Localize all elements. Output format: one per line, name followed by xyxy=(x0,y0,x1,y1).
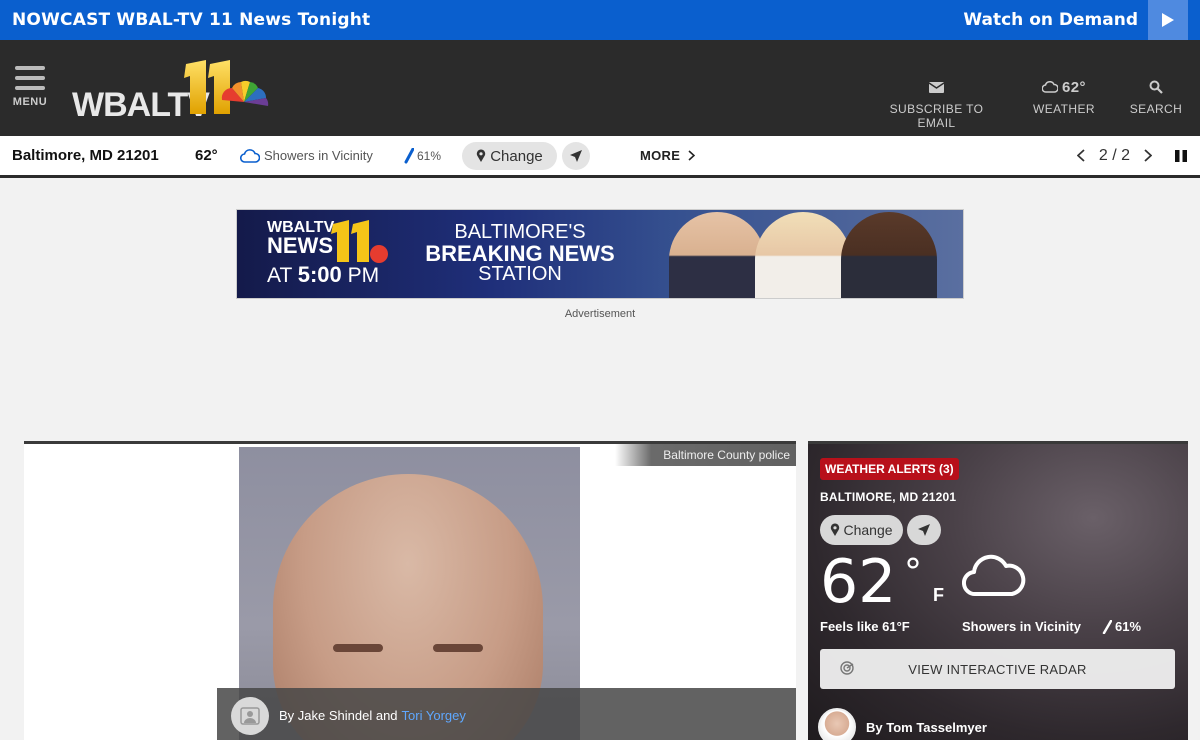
ad-line2: BREAKING NEWS xyxy=(425,241,615,266)
cloud-icon xyxy=(240,148,260,163)
chevron-right-icon[interactable] xyxy=(1144,149,1152,162)
subscribe-email-button[interactable]: SUBSCRIBE TO EMAIL xyxy=(870,76,1003,130)
strip-pager: 2 / 2 xyxy=(1076,146,1188,165)
wbal-logo-icon: WBALTV xyxy=(72,60,269,124)
anchor-photo xyxy=(669,212,765,298)
widget-change-location-button[interactable]: Change xyxy=(820,515,903,545)
search-button[interactable]: SEARCH xyxy=(1128,76,1184,116)
widget-temperature: 62 xyxy=(820,547,897,617)
radar-label: VIEW INTERACTIVE RADAR xyxy=(908,661,1087,677)
envelope-icon xyxy=(870,76,1003,98)
byline-text: By Jake Shindel and xyxy=(279,708,398,723)
site-header: MENU WBALTV SUBSCRIBE TO EMAIL 62° WEATH… xyxy=(0,40,1200,136)
weather-widget: WEATHER ALERTS (3) BALTIMORE, MD 21201 C… xyxy=(808,441,1188,740)
strip-humidity-text: 61% xyxy=(417,148,442,163)
ad-headline: BALTIMORE'S BREAKING NEWS STATION xyxy=(425,222,615,285)
more-button[interactable]: MORE xyxy=(640,148,696,163)
weather-alerts-badge[interactable]: WEATHER ALERTS (3) xyxy=(820,458,959,480)
advertisement-banner[interactable]: WBALTV NEWS AT 5:00 PM BALTIMORE'S BREAK… xyxy=(236,209,964,299)
play-icon[interactable] xyxy=(1148,0,1188,40)
cloud-icon xyxy=(1042,81,1059,93)
menu-label: MENU xyxy=(12,96,48,108)
view-radar-button[interactable]: VIEW INTERACTIVE RADAR xyxy=(820,649,1175,689)
strip-temperature: 62° xyxy=(195,147,218,164)
lead-article[interactable]: Baltimore County police By Jake Shindel … xyxy=(24,441,796,740)
navigation-arrow-icon xyxy=(570,150,582,162)
more-label: MORE xyxy=(640,148,681,163)
ad-at: AT xyxy=(267,264,292,287)
forecaster-byline: By Tom Tasselmyer xyxy=(808,707,1188,740)
live-banner[interactable]: NOWCAST WBAL-TV 11 News Tonight Watch on… xyxy=(0,0,1200,40)
location-pin-icon xyxy=(831,523,840,536)
header-weather-temp: 62° xyxy=(1062,78,1086,96)
cloud-icon xyxy=(962,554,1026,597)
search-label: SEARCH xyxy=(1129,102,1183,116)
widget-feels-like: Feels like 61°F xyxy=(820,619,910,634)
pager-count: 2 / 2 xyxy=(1098,146,1130,164)
advertisement-label: Advertisement xyxy=(564,308,636,320)
change-location-button[interactable]: Change xyxy=(462,142,557,170)
change-label: Change xyxy=(490,147,543,165)
navigation-arrow-icon xyxy=(918,524,930,536)
site-logo[interactable]: WBALTV xyxy=(72,58,272,124)
weather-label: WEATHER xyxy=(1033,102,1095,116)
radar-icon xyxy=(840,661,854,675)
location-pin-icon xyxy=(477,149,486,162)
widget-city: BALTIMORE, MD 21201 xyxy=(820,490,957,504)
anchor-photo xyxy=(841,212,937,298)
live-banner-title[interactable]: NOWCAST WBAL-TV 11 News Tonight xyxy=(0,10,370,30)
strip-humidity: 61% xyxy=(404,147,442,164)
watch-on-demand-link[interactable]: Watch on Demand xyxy=(963,0,1138,40)
forecaster-avatar xyxy=(818,708,856,740)
strip-condition-text: Showers in Vicinity xyxy=(264,148,373,163)
pause-icon[interactable] xyxy=(1174,149,1188,163)
ad-eleven-logo-icon xyxy=(331,220,388,263)
widget-humidity: 61% xyxy=(1102,619,1141,634)
anchor-photo xyxy=(755,212,851,298)
widget-change-label: Change xyxy=(843,522,893,538)
widget-temperature-unit: F xyxy=(933,585,944,605)
widget-locate-me-button[interactable] xyxy=(907,515,941,545)
author-avatar-icon xyxy=(231,696,269,735)
weather-button[interactable]: 62° WEATHER xyxy=(1032,76,1096,117)
svg-text:WBALTV: WBALTV xyxy=(72,86,210,122)
chevron-right-icon xyxy=(688,150,696,161)
ad-line1: BALTIMORE'S xyxy=(454,221,586,243)
menu-button[interactable]: MENU xyxy=(12,66,48,108)
locate-me-button[interactable] xyxy=(562,142,590,170)
strip-location: Baltimore, MD 21201 xyxy=(12,147,159,164)
subscribe-label: SUBSCRIBE TO EMAIL xyxy=(889,102,984,130)
hamburger-icon xyxy=(12,66,48,90)
widget-degree-symbol: ° xyxy=(904,552,922,593)
widget-humidity-text: 61% xyxy=(1115,619,1142,634)
forecaster-name: By Tom Tasselmyer xyxy=(866,719,987,735)
widget-condition: Showers in Vicinity xyxy=(962,619,1081,634)
raindrop-icon xyxy=(404,147,414,163)
strip-condition: Showers in Vicinity xyxy=(240,148,373,163)
raindrop-icon xyxy=(1102,619,1112,634)
byline-author-link[interactable]: Tori Yorgey xyxy=(402,708,466,723)
article-byline: By Jake Shindel and Tori Yorgey xyxy=(217,688,796,740)
photo-credit: Baltimore County police xyxy=(615,444,796,466)
weather-strip: Baltimore, MD 21201 62° Showers in Vicin… xyxy=(0,136,1200,178)
search-icon xyxy=(1128,76,1184,98)
chevron-left-icon[interactable] xyxy=(1076,149,1085,162)
ad-line3: STATION xyxy=(478,263,562,285)
